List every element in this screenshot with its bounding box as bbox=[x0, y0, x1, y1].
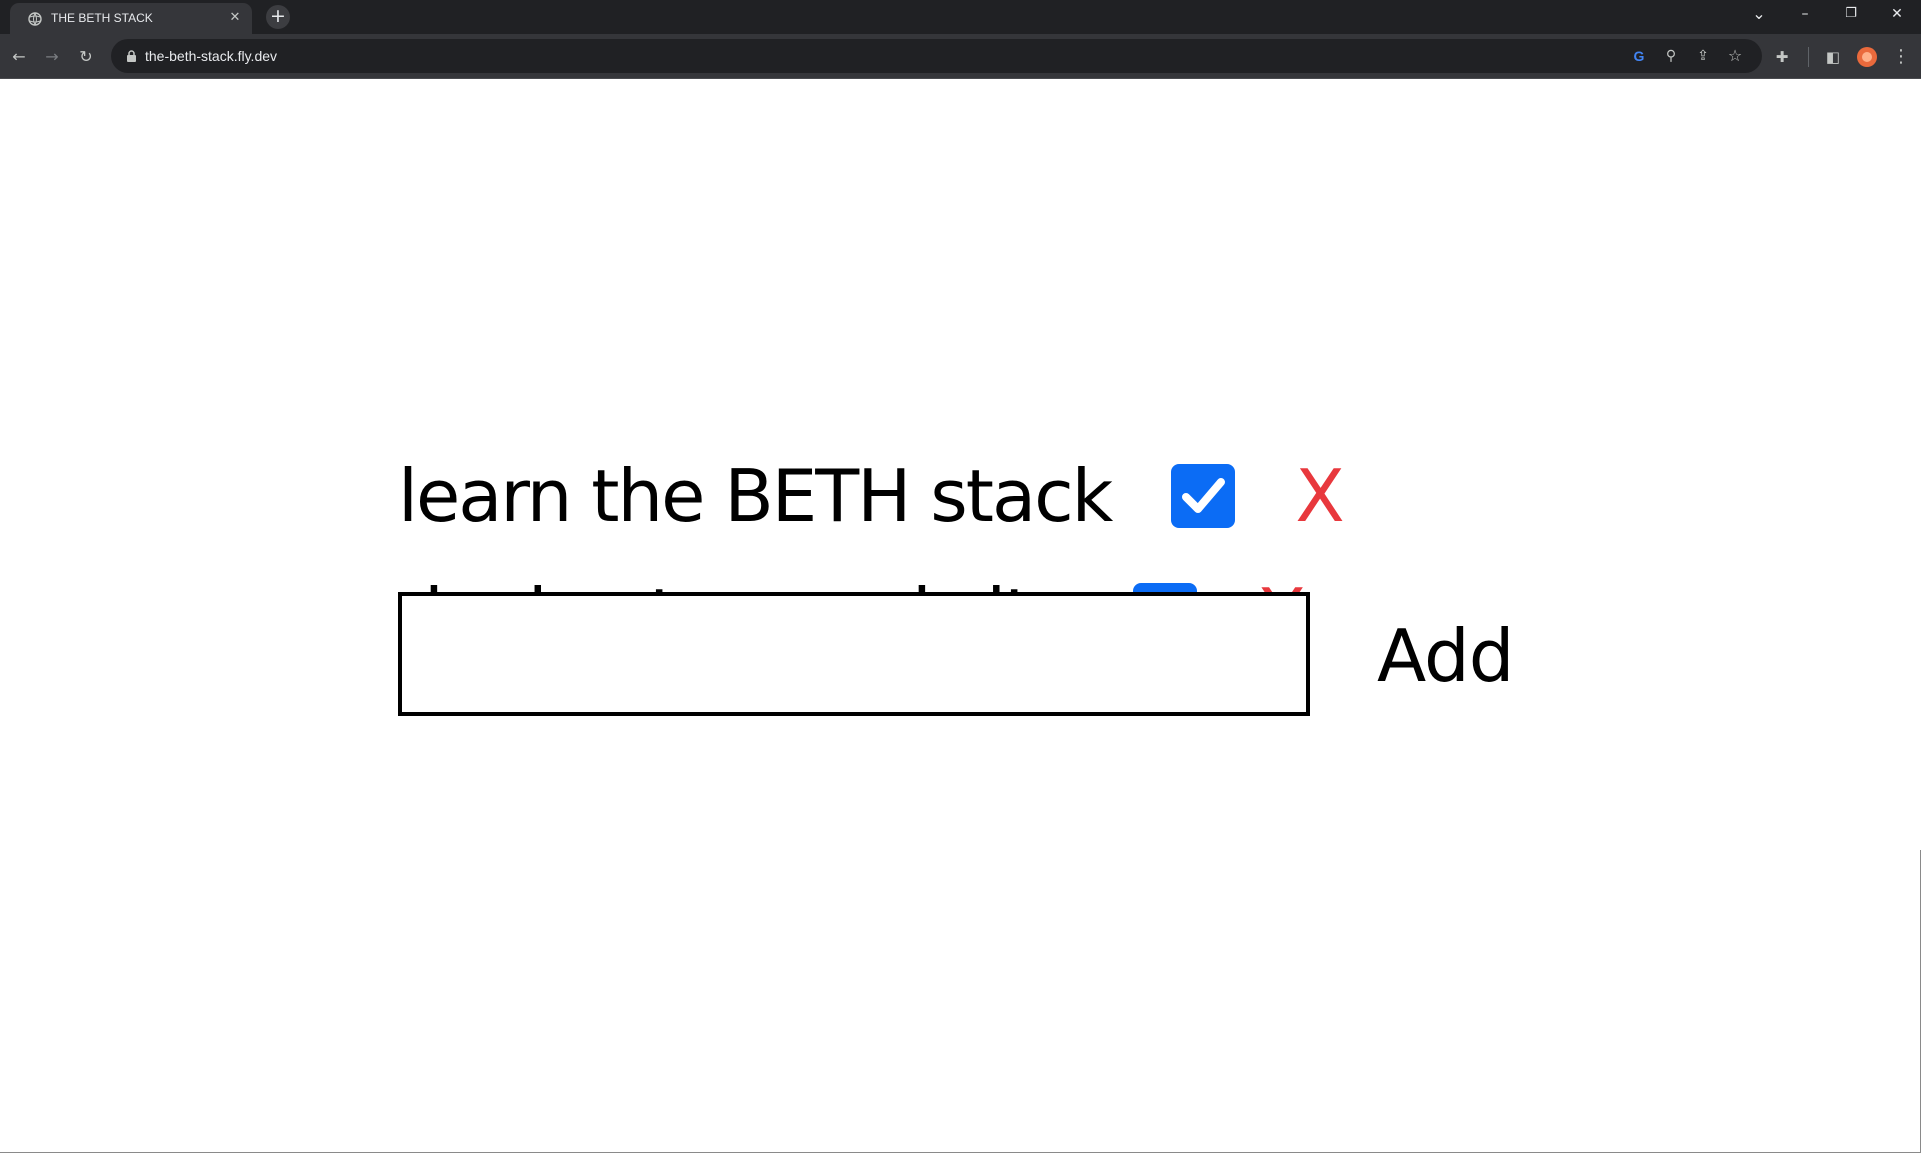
share-icon[interactable]: ⇪ bbox=[1693, 46, 1713, 66]
back-icon[interactable]: ← bbox=[7, 45, 31, 69]
google-lens-icon[interactable]: G bbox=[1629, 46, 1649, 66]
globe-icon bbox=[28, 12, 42, 26]
reload-icon[interactable]: ↻ bbox=[74, 45, 98, 69]
restore-icon[interactable]: ❐ bbox=[1828, 0, 1874, 30]
todo-delete-button[interactable]: X bbox=[1295, 456, 1344, 536]
add-button[interactable]: Add bbox=[1377, 616, 1514, 696]
new-todo-input[interactable] bbox=[398, 592, 1310, 716]
window-close-icon[interactable]: ✕ bbox=[1874, 0, 1920, 30]
url-text[interactable]: the-beth-stack.fly.dev bbox=[145, 48, 277, 64]
todo-item: learn the BETH stack X bbox=[398, 454, 1345, 538]
lock-icon[interactable] bbox=[126, 50, 137, 62]
zoom-icon[interactable]: ⚲ bbox=[1661, 46, 1681, 66]
toolbar-divider bbox=[1808, 47, 1809, 67]
tab-search-icon[interactable]: ⌄ bbox=[1736, 0, 1782, 30]
menu-icon[interactable]: ⋮ bbox=[1889, 45, 1913, 69]
minimize-icon[interactable]: – bbox=[1782, 0, 1828, 30]
side-panel-icon[interactable]: ◧ bbox=[1821, 45, 1845, 69]
checkmark-icon bbox=[1182, 478, 1226, 513]
tab-close-icon[interactable]: ✕ bbox=[226, 9, 244, 27]
browser-titlebar: THE BETH STACK ✕ + ⌄ – ❐ ✕ bbox=[0, 0, 1921, 34]
avatar-face bbox=[1862, 52, 1872, 62]
browser-tab[interactable]: THE BETH STACK ✕ bbox=[10, 3, 252, 34]
address-bar[interactable]: the-beth-stack.fly.dev G ⚲ ⇪ ☆ bbox=[111, 39, 1762, 73]
new-tab-button[interactable]: + bbox=[266, 5, 290, 29]
todo-text: learn the BETH stack bbox=[398, 454, 1113, 538]
forward-icon[interactable]: → bbox=[40, 45, 64, 69]
bookmark-star-icon[interactable]: ☆ bbox=[1725, 46, 1745, 66]
tab-title: THE BETH STACK bbox=[51, 11, 153, 25]
todo-checkbox[interactable] bbox=[1171, 464, 1236, 528]
extensions-icon[interactable]: ✚ bbox=[1770, 45, 1794, 69]
profile-avatar[interactable] bbox=[1857, 47, 1877, 67]
